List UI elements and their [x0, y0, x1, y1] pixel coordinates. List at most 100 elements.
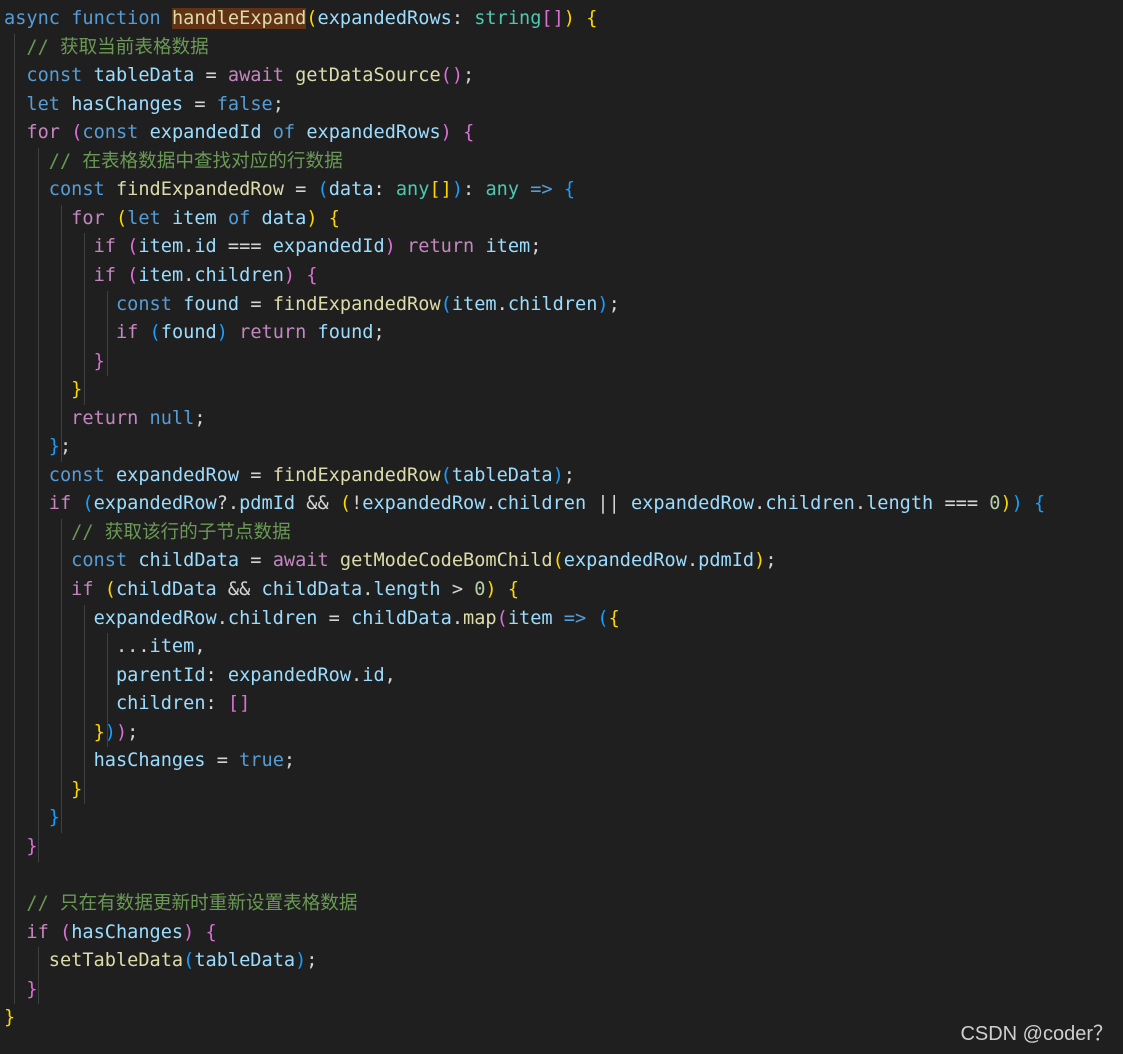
code-token: {: [463, 122, 475, 144]
code-token: ,: [384, 664, 396, 686]
code-line: expandedRow.children = childData.map(ite…: [4, 605, 620, 633]
code-token: hasChanges: [71, 93, 184, 115]
code-token: ...: [4, 636, 150, 658]
code-token: ): [754, 550, 766, 572]
code-token: ;: [272, 93, 284, 115]
code-token: expandedRow: [115, 464, 240, 486]
code-token: ): [115, 721, 128, 743]
code-token: await: [272, 550, 329, 572]
code-token: tableData: [451, 464, 553, 486]
code-line: }: [4, 833, 37, 861]
code-token: item: [149, 636, 195, 658]
code-token: await: [227, 65, 284, 87]
code-token: ||: [586, 493, 631, 515]
code-token: {: [586, 8, 598, 29]
code-token: =: [183, 93, 217, 115]
code-token: ;: [608, 293, 620, 315]
code-token: .: [686, 550, 699, 572]
code-line: setTableData(tableData);: [4, 947, 318, 975]
code-line: if (item.id === expandedId) return item;: [4, 233, 542, 261]
code-token: ;: [306, 950, 318, 972]
code-token: tableData: [93, 65, 195, 87]
code-token: }: [93, 350, 105, 372]
code-line: }));: [4, 719, 139, 747]
code-token: childData: [138, 550, 240, 572]
code-token: if: [93, 264, 116, 286]
code-token: =: [239, 464, 273, 486]
code-token: .: [183, 264, 195, 286]
code-editor[interactable]: async function handleExpand(expandedRows…: [0, 0, 1123, 1054]
code-line: hasChanges = true;: [4, 747, 296, 775]
code-token: (: [104, 579, 116, 600]
code-token: ): [552, 464, 564, 486]
code-token: ,: [194, 636, 206, 658]
code-token: ): [183, 921, 195, 943]
code-token: hasChanges: [93, 750, 206, 772]
code-token: string: [474, 8, 542, 29]
code-token: expandedId: [149, 122, 262, 144]
code-token: ===: [216, 236, 273, 258]
code-line: const expandedRow = findExpandedRow(tabl…: [4, 462, 575, 490]
code-token: expandedRow: [227, 664, 352, 686]
code-token: .: [351, 664, 363, 686]
code-token: (: [496, 607, 508, 629]
code-token: .: [183, 236, 195, 258]
code-token: found: [183, 293, 240, 315]
code-token: for: [26, 122, 60, 144]
code-token: parentId: [115, 664, 206, 686]
code-token: ): [440, 122, 452, 144]
code-token: getModeCodeBomChild: [339, 550, 553, 572]
code-token: {: [205, 921, 217, 943]
code-token: ;: [563, 464, 575, 486]
code-token: expandedRow: [630, 493, 755, 515]
code-token: (: [115, 207, 128, 229]
code-token: children: [507, 293, 598, 315]
code-token: ): [597, 293, 609, 315]
code-token: []: [429, 179, 452, 201]
code-token: ;: [283, 750, 296, 772]
code-token: const: [48, 464, 105, 486]
code-line: // 在表格数据中查找对应的行数据: [4, 148, 343, 176]
code-token: (: [306, 8, 318, 29]
code-line: }: [4, 348, 105, 376]
code-token: =: [194, 65, 228, 87]
code-token: findExpandedRow: [115, 179, 284, 201]
code-token: item: [138, 264, 184, 286]
code-line: children: []: [4, 690, 250, 718]
code-line: // 获取当前表格数据: [4, 34, 208, 62]
code-token: ): [295, 950, 307, 972]
code-token: .: [754, 493, 766, 515]
code-token: for: [71, 207, 105, 229]
code-line: // 只在有数据更新时重新设置表格数据: [4, 890, 357, 918]
code-token: return: [239, 322, 307, 344]
code-token: =: [205, 750, 240, 772]
code-token: (: [127, 264, 139, 286]
code-line: }: [4, 376, 82, 404]
code-line: for (let item of data) {: [4, 205, 340, 233]
code-token: &&: [216, 579, 262, 600]
code-line: if (expandedRow?.pdmId && (!expandedRow.…: [4, 490, 1045, 518]
code-token: expandedRows: [306, 122, 441, 144]
code-token: children: [115, 693, 206, 715]
